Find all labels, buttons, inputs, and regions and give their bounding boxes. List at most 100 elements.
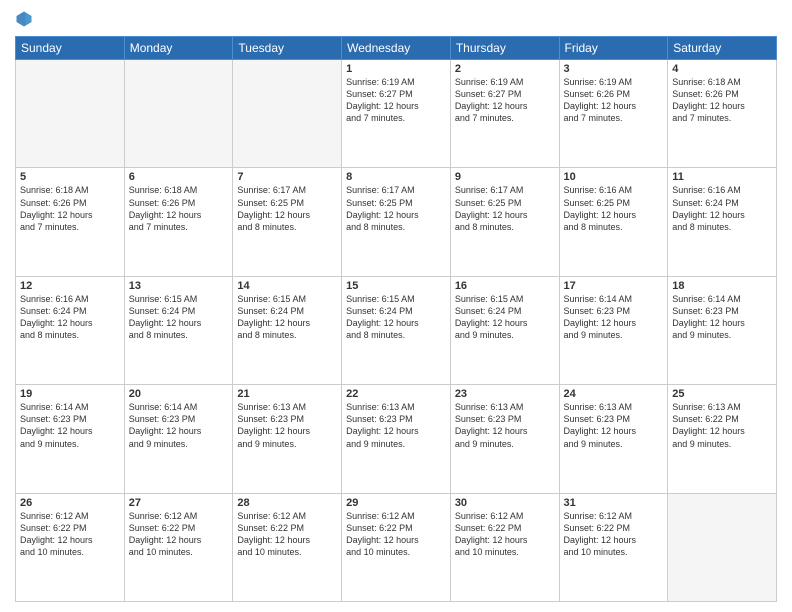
day-number: 21: [237, 388, 337, 400]
weekday-header-monday: Monday: [124, 37, 233, 60]
day-number: 20: [129, 388, 229, 400]
day-info: Sunrise: 6:15 AM Sunset: 6:24 PM Dayligh…: [455, 293, 555, 342]
calendar-cell: 6Sunrise: 6:18 AM Sunset: 6:26 PM Daylig…: [124, 168, 233, 276]
day-info: Sunrise: 6:19 AM Sunset: 6:26 PM Dayligh…: [564, 76, 664, 125]
day-info: Sunrise: 6:15 AM Sunset: 6:24 PM Dayligh…: [237, 293, 337, 342]
day-info: Sunrise: 6:12 AM Sunset: 6:22 PM Dayligh…: [346, 510, 446, 559]
calendar-cell: 23Sunrise: 6:13 AM Sunset: 6:23 PM Dayli…: [450, 385, 559, 493]
day-info: Sunrise: 6:14 AM Sunset: 6:23 PM Dayligh…: [564, 293, 664, 342]
calendar-week-row: 12Sunrise: 6:16 AM Sunset: 6:24 PM Dayli…: [16, 276, 777, 384]
calendar-cell: 30Sunrise: 6:12 AM Sunset: 6:22 PM Dayli…: [450, 493, 559, 601]
calendar-cell: [16, 60, 125, 168]
day-number: 18: [672, 280, 772, 292]
day-number: 3: [564, 63, 664, 75]
day-info: Sunrise: 6:13 AM Sunset: 6:23 PM Dayligh…: [346, 401, 446, 450]
day-info: Sunrise: 6:12 AM Sunset: 6:22 PM Dayligh…: [237, 510, 337, 559]
day-number: 14: [237, 280, 337, 292]
day-number: 1: [346, 63, 446, 75]
calendar-cell: 12Sunrise: 6:16 AM Sunset: 6:24 PM Dayli…: [16, 276, 125, 384]
calendar-cell: 31Sunrise: 6:12 AM Sunset: 6:22 PM Dayli…: [559, 493, 668, 601]
day-info: Sunrise: 6:17 AM Sunset: 6:25 PM Dayligh…: [346, 184, 446, 233]
weekday-header-sunday: Sunday: [16, 37, 125, 60]
calendar-cell: 26Sunrise: 6:12 AM Sunset: 6:22 PM Dayli…: [16, 493, 125, 601]
header: [15, 10, 777, 28]
calendar-week-row: 26Sunrise: 6:12 AM Sunset: 6:22 PM Dayli…: [16, 493, 777, 601]
day-number: 2: [455, 63, 555, 75]
day-number: 4: [672, 63, 772, 75]
calendar-cell: 13Sunrise: 6:15 AM Sunset: 6:24 PM Dayli…: [124, 276, 233, 384]
day-number: 8: [346, 171, 446, 183]
day-info: Sunrise: 6:14 AM Sunset: 6:23 PM Dayligh…: [672, 293, 772, 342]
day-number: 23: [455, 388, 555, 400]
calendar-cell: 7Sunrise: 6:17 AM Sunset: 6:25 PM Daylig…: [233, 168, 342, 276]
day-number: 26: [20, 497, 120, 509]
day-number: 13: [129, 280, 229, 292]
weekday-header-row: SundayMondayTuesdayWednesdayThursdayFrid…: [16, 37, 777, 60]
weekday-header-friday: Friday: [559, 37, 668, 60]
weekday-header-saturday: Saturday: [668, 37, 777, 60]
calendar-cell: 27Sunrise: 6:12 AM Sunset: 6:22 PM Dayli…: [124, 493, 233, 601]
day-number: 22: [346, 388, 446, 400]
calendar-cell: 20Sunrise: 6:14 AM Sunset: 6:23 PM Dayli…: [124, 385, 233, 493]
day-info: Sunrise: 6:17 AM Sunset: 6:25 PM Dayligh…: [237, 184, 337, 233]
day-number: 7: [237, 171, 337, 183]
calendar-cell: 19Sunrise: 6:14 AM Sunset: 6:23 PM Dayli…: [16, 385, 125, 493]
day-number: 24: [564, 388, 664, 400]
calendar-cell: 2Sunrise: 6:19 AM Sunset: 6:27 PM Daylig…: [450, 60, 559, 168]
day-info: Sunrise: 6:12 AM Sunset: 6:22 PM Dayligh…: [20, 510, 120, 559]
weekday-header-tuesday: Tuesday: [233, 37, 342, 60]
day-number: 29: [346, 497, 446, 509]
day-info: Sunrise: 6:12 AM Sunset: 6:22 PM Dayligh…: [564, 510, 664, 559]
calendar-cell: [668, 493, 777, 601]
calendar-cell: 25Sunrise: 6:13 AM Sunset: 6:22 PM Dayli…: [668, 385, 777, 493]
day-info: Sunrise: 6:16 AM Sunset: 6:24 PM Dayligh…: [672, 184, 772, 233]
day-info: Sunrise: 6:19 AM Sunset: 6:27 PM Dayligh…: [455, 76, 555, 125]
calendar-cell: 16Sunrise: 6:15 AM Sunset: 6:24 PM Dayli…: [450, 276, 559, 384]
calendar-cell: 24Sunrise: 6:13 AM Sunset: 6:23 PM Dayli…: [559, 385, 668, 493]
calendar-cell: 10Sunrise: 6:16 AM Sunset: 6:25 PM Dayli…: [559, 168, 668, 276]
day-number: 5: [20, 171, 120, 183]
day-info: Sunrise: 6:18 AM Sunset: 6:26 PM Dayligh…: [20, 184, 120, 233]
day-info: Sunrise: 6:15 AM Sunset: 6:24 PM Dayligh…: [129, 293, 229, 342]
day-info: Sunrise: 6:14 AM Sunset: 6:23 PM Dayligh…: [129, 401, 229, 450]
calendar-cell: 28Sunrise: 6:12 AM Sunset: 6:22 PM Dayli…: [233, 493, 342, 601]
day-number: 27: [129, 497, 229, 509]
day-number: 16: [455, 280, 555, 292]
calendar-cell: 8Sunrise: 6:17 AM Sunset: 6:25 PM Daylig…: [342, 168, 451, 276]
calendar-table: SundayMondayTuesdayWednesdayThursdayFrid…: [15, 36, 777, 602]
day-number: 10: [564, 171, 664, 183]
calendar-cell: 1Sunrise: 6:19 AM Sunset: 6:27 PM Daylig…: [342, 60, 451, 168]
calendar-week-row: 5Sunrise: 6:18 AM Sunset: 6:26 PM Daylig…: [16, 168, 777, 276]
day-info: Sunrise: 6:13 AM Sunset: 6:23 PM Dayligh…: [237, 401, 337, 450]
day-info: Sunrise: 6:16 AM Sunset: 6:25 PM Dayligh…: [564, 184, 664, 233]
calendar-cell: 18Sunrise: 6:14 AM Sunset: 6:23 PM Dayli…: [668, 276, 777, 384]
day-number: 19: [20, 388, 120, 400]
calendar-cell: 9Sunrise: 6:17 AM Sunset: 6:25 PM Daylig…: [450, 168, 559, 276]
day-info: Sunrise: 6:16 AM Sunset: 6:24 PM Dayligh…: [20, 293, 120, 342]
calendar-cell: [233, 60, 342, 168]
day-number: 6: [129, 171, 229, 183]
day-number: 12: [20, 280, 120, 292]
calendar-cell: 4Sunrise: 6:18 AM Sunset: 6:26 PM Daylig…: [668, 60, 777, 168]
day-info: Sunrise: 6:12 AM Sunset: 6:22 PM Dayligh…: [455, 510, 555, 559]
calendar-cell: 5Sunrise: 6:18 AM Sunset: 6:26 PM Daylig…: [16, 168, 125, 276]
calendar-cell: 21Sunrise: 6:13 AM Sunset: 6:23 PM Dayli…: [233, 385, 342, 493]
calendar-cell: 22Sunrise: 6:13 AM Sunset: 6:23 PM Dayli…: [342, 385, 451, 493]
calendar-week-row: 19Sunrise: 6:14 AM Sunset: 6:23 PM Dayli…: [16, 385, 777, 493]
day-number: 28: [237, 497, 337, 509]
calendar-week-row: 1Sunrise: 6:19 AM Sunset: 6:27 PM Daylig…: [16, 60, 777, 168]
day-number: 15: [346, 280, 446, 292]
day-info: Sunrise: 6:17 AM Sunset: 6:25 PM Dayligh…: [455, 184, 555, 233]
day-info: Sunrise: 6:14 AM Sunset: 6:23 PM Dayligh…: [20, 401, 120, 450]
calendar-cell: 17Sunrise: 6:14 AM Sunset: 6:23 PM Dayli…: [559, 276, 668, 384]
day-number: 17: [564, 280, 664, 292]
day-info: Sunrise: 6:12 AM Sunset: 6:22 PM Dayligh…: [129, 510, 229, 559]
calendar-cell: [124, 60, 233, 168]
logo: [15, 10, 37, 28]
calendar-cell: 29Sunrise: 6:12 AM Sunset: 6:22 PM Dayli…: [342, 493, 451, 601]
day-number: 9: [455, 171, 555, 183]
day-info: Sunrise: 6:19 AM Sunset: 6:27 PM Dayligh…: [346, 76, 446, 125]
day-info: Sunrise: 6:18 AM Sunset: 6:26 PM Dayligh…: [672, 76, 772, 125]
calendar-cell: 3Sunrise: 6:19 AM Sunset: 6:26 PM Daylig…: [559, 60, 668, 168]
weekday-header-wednesday: Wednesday: [342, 37, 451, 60]
